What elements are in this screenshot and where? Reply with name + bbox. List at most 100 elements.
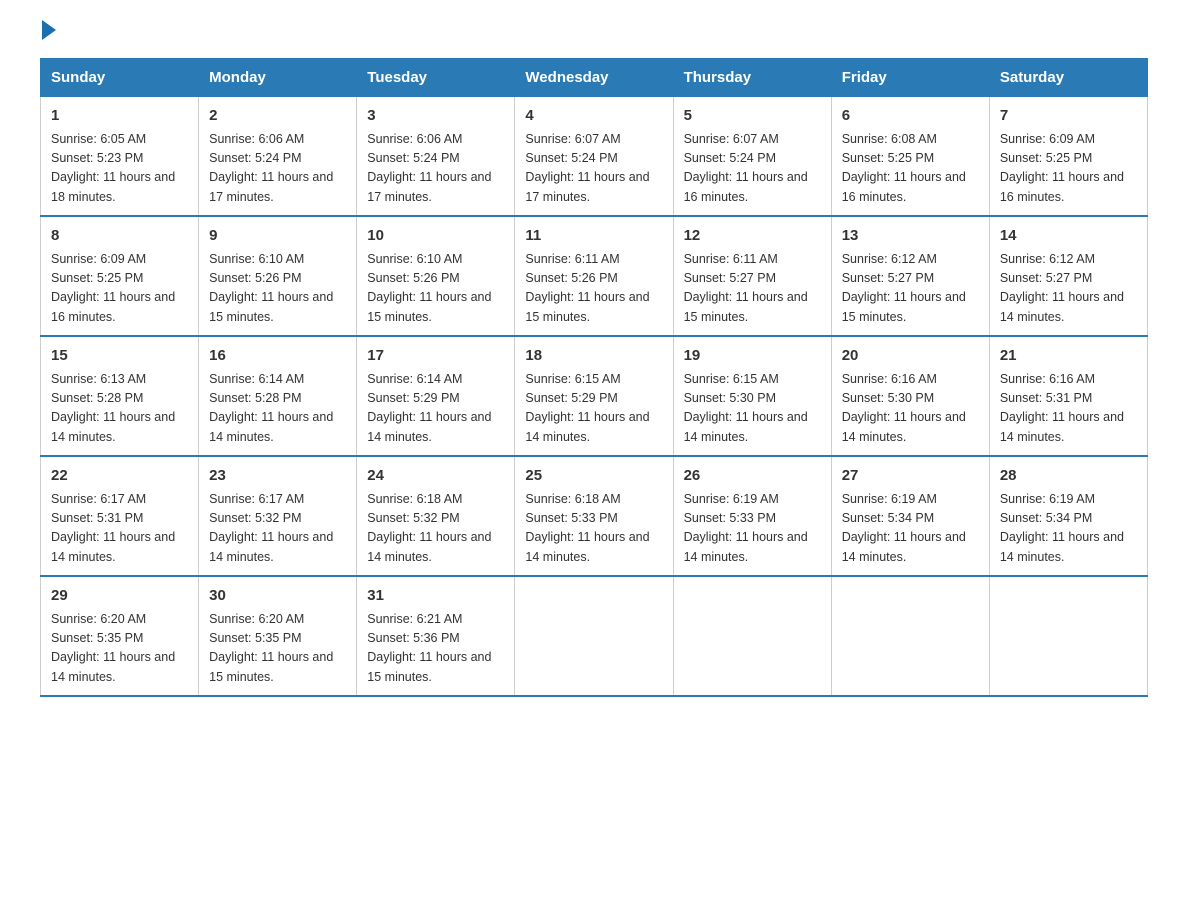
calendar-cell: 20Sunrise: 6:16 AMSunset: 5:30 PMDayligh… — [831, 336, 989, 456]
day-info: Sunrise: 6:09 AMSunset: 5:25 PMDaylight:… — [51, 250, 188, 328]
day-info: Sunrise: 6:19 AMSunset: 5:33 PMDaylight:… — [684, 490, 821, 568]
day-info: Sunrise: 6:10 AMSunset: 5:26 PMDaylight:… — [209, 250, 346, 328]
calendar-header-saturday: Saturday — [989, 59, 1147, 97]
day-info: Sunrise: 6:05 AMSunset: 5:23 PMDaylight:… — [51, 130, 188, 208]
day-number: 12 — [684, 225, 821, 248]
calendar-cell: 6Sunrise: 6:08 AMSunset: 5:25 PMDaylight… — [831, 97, 989, 217]
day-number: 30 — [209, 585, 346, 608]
calendar-cell: 16Sunrise: 6:14 AMSunset: 5:28 PMDayligh… — [199, 336, 357, 456]
calendar-cell: 4Sunrise: 6:07 AMSunset: 5:24 PMDaylight… — [515, 97, 673, 217]
day-number: 4 — [525, 105, 662, 128]
calendar-cell: 5Sunrise: 6:07 AMSunset: 5:24 PMDaylight… — [673, 97, 831, 217]
day-number: 13 — [842, 225, 979, 248]
calendar-header-row: SundayMondayTuesdayWednesdayThursdayFrid… — [41, 59, 1148, 97]
logo-arrow-icon — [42, 20, 56, 40]
calendar-header-friday: Friday — [831, 59, 989, 97]
day-info: Sunrise: 6:14 AMSunset: 5:29 PMDaylight:… — [367, 370, 504, 448]
day-info: Sunrise: 6:11 AMSunset: 5:26 PMDaylight:… — [525, 250, 662, 328]
calendar-cell: 27Sunrise: 6:19 AMSunset: 5:34 PMDayligh… — [831, 456, 989, 576]
calendar-cell: 21Sunrise: 6:16 AMSunset: 5:31 PMDayligh… — [989, 336, 1147, 456]
day-number: 20 — [842, 345, 979, 368]
day-number: 27 — [842, 465, 979, 488]
day-number: 26 — [684, 465, 821, 488]
calendar-header-tuesday: Tuesday — [357, 59, 515, 97]
calendar-week-row-1: 1Sunrise: 6:05 AMSunset: 5:23 PMDaylight… — [41, 97, 1148, 217]
day-info: Sunrise: 6:18 AMSunset: 5:32 PMDaylight:… — [367, 490, 504, 568]
calendar-table: SundayMondayTuesdayWednesdayThursdayFrid… — [40, 58, 1148, 697]
calendar-cell — [831, 576, 989, 696]
calendar-cell: 24Sunrise: 6:18 AMSunset: 5:32 PMDayligh… — [357, 456, 515, 576]
day-info: Sunrise: 6:18 AMSunset: 5:33 PMDaylight:… — [525, 490, 662, 568]
calendar-cell: 22Sunrise: 6:17 AMSunset: 5:31 PMDayligh… — [41, 456, 199, 576]
day-info: Sunrise: 6:13 AMSunset: 5:28 PMDaylight:… — [51, 370, 188, 448]
day-number: 17 — [367, 345, 504, 368]
calendar-cell: 25Sunrise: 6:18 AMSunset: 5:33 PMDayligh… — [515, 456, 673, 576]
day-info: Sunrise: 6:09 AMSunset: 5:25 PMDaylight:… — [1000, 130, 1137, 208]
calendar-week-row-2: 8Sunrise: 6:09 AMSunset: 5:25 PMDaylight… — [41, 216, 1148, 336]
calendar-cell: 14Sunrise: 6:12 AMSunset: 5:27 PMDayligh… — [989, 216, 1147, 336]
day-number: 25 — [525, 465, 662, 488]
day-info: Sunrise: 6:11 AMSunset: 5:27 PMDaylight:… — [684, 250, 821, 328]
day-info: Sunrise: 6:06 AMSunset: 5:24 PMDaylight:… — [367, 130, 504, 208]
day-number: 8 — [51, 225, 188, 248]
calendar-cell: 15Sunrise: 6:13 AMSunset: 5:28 PMDayligh… — [41, 336, 199, 456]
day-number: 9 — [209, 225, 346, 248]
calendar-cell: 28Sunrise: 6:19 AMSunset: 5:34 PMDayligh… — [989, 456, 1147, 576]
calendar-cell: 9Sunrise: 6:10 AMSunset: 5:26 PMDaylight… — [199, 216, 357, 336]
day-info: Sunrise: 6:12 AMSunset: 5:27 PMDaylight:… — [842, 250, 979, 328]
header — [40, 30, 1148, 40]
day-info: Sunrise: 6:17 AMSunset: 5:32 PMDaylight:… — [209, 490, 346, 568]
calendar-week-row-5: 29Sunrise: 6:20 AMSunset: 5:35 PMDayligh… — [41, 576, 1148, 696]
day-number: 15 — [51, 345, 188, 368]
day-number: 29 — [51, 585, 188, 608]
day-number: 11 — [525, 225, 662, 248]
day-number: 1 — [51, 105, 188, 128]
calendar-cell: 13Sunrise: 6:12 AMSunset: 5:27 PMDayligh… — [831, 216, 989, 336]
day-info: Sunrise: 6:19 AMSunset: 5:34 PMDaylight:… — [1000, 490, 1137, 568]
calendar-cell: 11Sunrise: 6:11 AMSunset: 5:26 PMDayligh… — [515, 216, 673, 336]
day-info: Sunrise: 6:17 AMSunset: 5:31 PMDaylight:… — [51, 490, 188, 568]
day-number: 16 — [209, 345, 346, 368]
day-info: Sunrise: 6:20 AMSunset: 5:35 PMDaylight:… — [51, 610, 188, 688]
day-number: 24 — [367, 465, 504, 488]
day-info: Sunrise: 6:08 AMSunset: 5:25 PMDaylight:… — [842, 130, 979, 208]
day-info: Sunrise: 6:15 AMSunset: 5:30 PMDaylight:… — [684, 370, 821, 448]
calendar-cell: 30Sunrise: 6:20 AMSunset: 5:35 PMDayligh… — [199, 576, 357, 696]
day-number: 10 — [367, 225, 504, 248]
calendar-header-thursday: Thursday — [673, 59, 831, 97]
day-info: Sunrise: 6:21 AMSunset: 5:36 PMDaylight:… — [367, 610, 504, 688]
day-info: Sunrise: 6:12 AMSunset: 5:27 PMDaylight:… — [1000, 250, 1137, 328]
calendar-header-wednesday: Wednesday — [515, 59, 673, 97]
calendar-cell — [515, 576, 673, 696]
day-number: 19 — [684, 345, 821, 368]
calendar-cell: 29Sunrise: 6:20 AMSunset: 5:35 PMDayligh… — [41, 576, 199, 696]
calendar-week-row-4: 22Sunrise: 6:17 AMSunset: 5:31 PMDayligh… — [41, 456, 1148, 576]
day-info: Sunrise: 6:07 AMSunset: 5:24 PMDaylight:… — [684, 130, 821, 208]
calendar-cell: 19Sunrise: 6:15 AMSunset: 5:30 PMDayligh… — [673, 336, 831, 456]
day-info: Sunrise: 6:20 AMSunset: 5:35 PMDaylight:… — [209, 610, 346, 688]
calendar-cell: 17Sunrise: 6:14 AMSunset: 5:29 PMDayligh… — [357, 336, 515, 456]
day-number: 31 — [367, 585, 504, 608]
day-info: Sunrise: 6:15 AMSunset: 5:29 PMDaylight:… — [525, 370, 662, 448]
day-info: Sunrise: 6:16 AMSunset: 5:31 PMDaylight:… — [1000, 370, 1137, 448]
calendar-cell: 26Sunrise: 6:19 AMSunset: 5:33 PMDayligh… — [673, 456, 831, 576]
day-number: 3 — [367, 105, 504, 128]
day-info: Sunrise: 6:07 AMSunset: 5:24 PMDaylight:… — [525, 130, 662, 208]
day-number: 23 — [209, 465, 346, 488]
calendar-week-row-3: 15Sunrise: 6:13 AMSunset: 5:28 PMDayligh… — [41, 336, 1148, 456]
calendar-cell — [673, 576, 831, 696]
calendar-header-sunday: Sunday — [41, 59, 199, 97]
calendar-cell: 12Sunrise: 6:11 AMSunset: 5:27 PMDayligh… — [673, 216, 831, 336]
calendar-cell: 10Sunrise: 6:10 AMSunset: 5:26 PMDayligh… — [357, 216, 515, 336]
day-number: 2 — [209, 105, 346, 128]
calendar-cell: 23Sunrise: 6:17 AMSunset: 5:32 PMDayligh… — [199, 456, 357, 576]
day-info: Sunrise: 6:19 AMSunset: 5:34 PMDaylight:… — [842, 490, 979, 568]
day-info: Sunrise: 6:14 AMSunset: 5:28 PMDaylight:… — [209, 370, 346, 448]
calendar-cell: 3Sunrise: 6:06 AMSunset: 5:24 PMDaylight… — [357, 97, 515, 217]
calendar-cell: 1Sunrise: 6:05 AMSunset: 5:23 PMDaylight… — [41, 97, 199, 217]
day-number: 5 — [684, 105, 821, 128]
day-number: 18 — [525, 345, 662, 368]
logo — [40, 30, 56, 40]
day-number: 21 — [1000, 345, 1137, 368]
day-number: 14 — [1000, 225, 1137, 248]
